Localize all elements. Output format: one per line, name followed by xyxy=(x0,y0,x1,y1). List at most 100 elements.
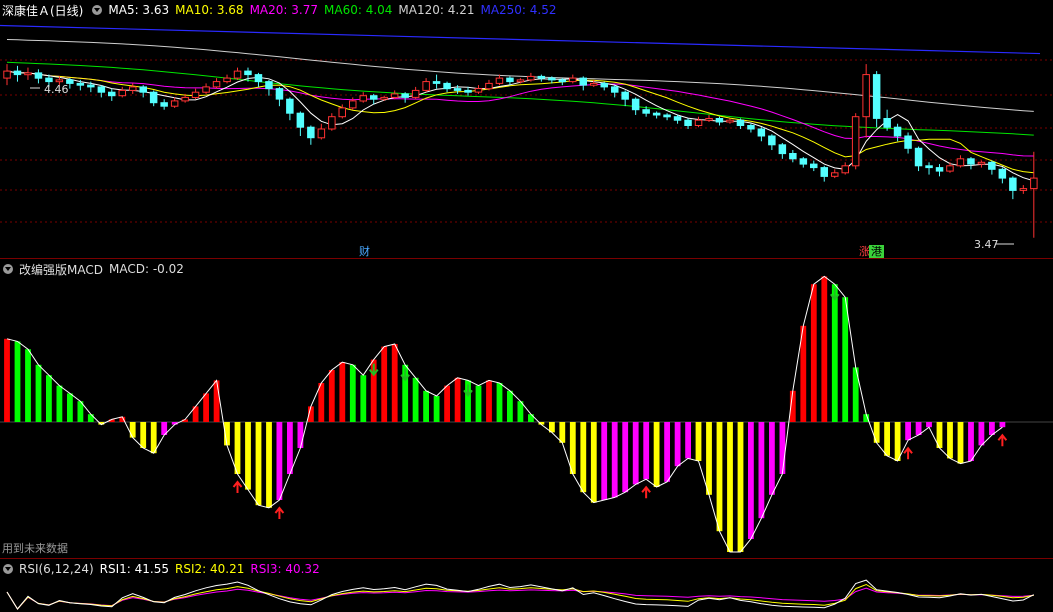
macd-bar xyxy=(748,422,754,539)
macd-bar xyxy=(873,422,880,443)
macd-bar xyxy=(821,276,828,422)
candle-up xyxy=(191,91,200,98)
candle-down xyxy=(537,75,546,79)
macd-bar xyxy=(46,375,52,422)
macd-bar xyxy=(496,383,503,422)
candle-down xyxy=(432,81,441,84)
candle-down xyxy=(935,167,944,172)
candle-down xyxy=(34,72,43,79)
rsi2-line xyxy=(6,583,1034,610)
macd-bar xyxy=(758,422,765,519)
rsi-panel[interactable]: RSI(6,12,24) RSI1: 41.55 RSI2: 40.21 RSI… xyxy=(0,559,1053,612)
macd-bar xyxy=(381,346,388,422)
candle-up xyxy=(349,100,357,109)
candle-up xyxy=(202,86,210,93)
buy-arrow-icon xyxy=(274,506,285,519)
macd-bar xyxy=(255,422,262,506)
candle-down xyxy=(747,125,755,130)
macd-bar xyxy=(769,422,775,495)
candle-down xyxy=(275,88,284,100)
candle-down xyxy=(642,109,650,114)
candle-down xyxy=(506,77,514,83)
rsi1-line xyxy=(6,579,1035,610)
candle-down xyxy=(464,89,472,93)
candle-down xyxy=(914,147,923,167)
candle-down xyxy=(254,74,263,83)
future-data-warning: 用到未来数据 xyxy=(2,542,68,555)
candle-up xyxy=(527,75,535,81)
candle-down xyxy=(988,161,996,170)
candle-down xyxy=(684,119,692,126)
candle-down xyxy=(45,77,53,83)
candle-down xyxy=(663,114,671,118)
macd-bar xyxy=(67,393,73,422)
macd-bar xyxy=(14,341,21,422)
candle-down xyxy=(108,91,116,97)
macd-bar xyxy=(391,344,398,422)
candle-down xyxy=(87,84,95,88)
candle-down xyxy=(631,98,640,111)
candle-up xyxy=(841,165,849,174)
rsi-chart[interactable] xyxy=(0,559,1053,612)
macd-bar xyxy=(507,390,513,422)
candle-up xyxy=(705,118,713,121)
macd-bar xyxy=(318,383,325,422)
macd-bar xyxy=(999,422,1006,428)
high-price-label: 4.46 xyxy=(44,83,69,96)
candle-up xyxy=(1019,188,1028,191)
macd-bar xyxy=(287,422,293,474)
macd-bar xyxy=(4,338,10,422)
candle-down xyxy=(998,168,1007,179)
macd-bar xyxy=(433,396,440,422)
macd-bar xyxy=(129,422,136,438)
candle-down xyxy=(652,112,661,116)
candle-up xyxy=(862,74,870,118)
macd-bar xyxy=(559,422,566,443)
buy-arrow-icon xyxy=(232,480,243,493)
buy-arrow-icon xyxy=(641,485,651,499)
macd-bar xyxy=(643,422,650,480)
candle-up xyxy=(233,70,242,79)
candle-up xyxy=(338,107,346,118)
event-marker-hk[interactable]: 港 xyxy=(869,245,884,258)
candle-down xyxy=(810,163,818,169)
event-marker-finance[interactable]: 财 xyxy=(357,245,372,258)
macd-chart[interactable] xyxy=(0,259,1053,558)
macd-bar xyxy=(894,422,901,461)
macd-bar xyxy=(213,380,220,422)
candle-up xyxy=(495,77,504,84)
candle-up xyxy=(694,119,703,126)
candle-down xyxy=(611,86,619,93)
candle-down xyxy=(904,135,912,149)
candle-down xyxy=(244,70,252,76)
macd-bar xyxy=(349,364,356,422)
candlestick-chart[interactable] xyxy=(0,0,1053,258)
candle-down xyxy=(443,82,451,90)
macd-panel[interactable]: 改编强版MACD MACD: -0.02 用到未来数据 xyxy=(0,259,1053,558)
macd-bar xyxy=(632,422,639,485)
kline-panel[interactable]: 深康佳Ａ(日线) MA5: 3.63 MA10: 3.68 MA20: 3.77… xyxy=(0,0,1053,258)
buy-arrow-icon xyxy=(997,433,1008,447)
macd-bar xyxy=(810,284,817,422)
candle-down xyxy=(76,82,85,86)
candle-down xyxy=(370,95,378,100)
candle-down xyxy=(736,119,745,126)
macd-bar xyxy=(580,422,587,493)
macd-bar xyxy=(423,390,429,422)
candle-up xyxy=(977,161,986,165)
candle-down xyxy=(401,93,409,98)
candle-down xyxy=(149,91,158,104)
candle-up xyxy=(328,116,336,130)
candle-up xyxy=(946,165,954,172)
candle-up xyxy=(170,100,179,107)
candle-down xyxy=(13,70,22,76)
macd-bar xyxy=(716,422,723,532)
candle-down xyxy=(1009,177,1017,191)
macd-bar xyxy=(528,414,534,422)
macd-bar xyxy=(611,422,618,498)
macd-bar xyxy=(737,422,744,552)
macd-bar xyxy=(831,284,838,422)
candle-down xyxy=(768,135,776,146)
candle-down xyxy=(967,158,975,165)
macd-bar xyxy=(706,422,712,495)
